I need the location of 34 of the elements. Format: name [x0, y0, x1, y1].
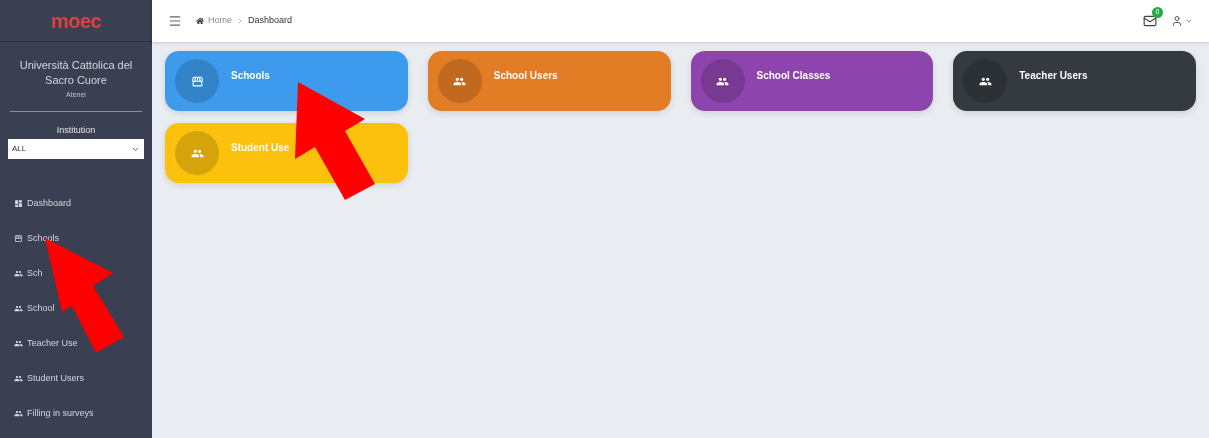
dashboard-icon	[14, 199, 23, 208]
filter-label: Institution	[56, 123, 96, 137]
dashboard-card[interactable]: Teacher Users	[953, 51, 1196, 111]
people-icon	[14, 374, 23, 383]
people-icon	[14, 269, 23, 278]
menu-icon[interactable]	[168, 14, 182, 28]
card-title: School Classes	[756, 69, 831, 83]
chevron-icon	[1185, 17, 1193, 25]
sidebar-item[interactable]: Sch	[14, 267, 43, 280]
card-title: Teacher Users	[1019, 69, 1088, 83]
mail-icon[interactable]	[1143, 14, 1157, 28]
people-icon	[14, 339, 23, 348]
breadcrumb-link[interactable]: Dashboard	[248, 14, 293, 28]
sidebar-item[interactable]: Filling in surveys	[14, 407, 94, 420]
separator-icon	[236, 17, 244, 25]
home-icon	[196, 17, 204, 25]
store-icon	[190, 74, 204, 88]
card-title: School Users	[493, 69, 558, 83]
institution-name: Università Cattolica del Sacro Cuore	[18, 58, 134, 88]
people-icon	[14, 409, 23, 418]
sidebar-item[interactable]: School	[14, 302, 55, 315]
sidebar-item[interactable]: Teacher Use	[14, 337, 78, 350]
sidebar-item[interactable]: Schools	[14, 232, 60, 245]
institution-select[interactable]: ALL	[8, 139, 144, 159]
sidebar-item[interactable]: Student Users	[14, 372, 85, 385]
card-title: Schools	[231, 69, 270, 83]
user-icon	[1171, 15, 1183, 27]
breadcrumb-link[interactable]: Home	[208, 14, 232, 28]
sidebar-item[interactable]: Dashboard	[14, 197, 72, 210]
store-icon	[14, 234, 23, 243]
card-title: Student Use	[231, 141, 290, 155]
dashboard-card[interactable]: School Classes	[690, 51, 934, 111]
user-menu[interactable]	[1171, 15, 1193, 27]
people-icon	[14, 304, 23, 313]
